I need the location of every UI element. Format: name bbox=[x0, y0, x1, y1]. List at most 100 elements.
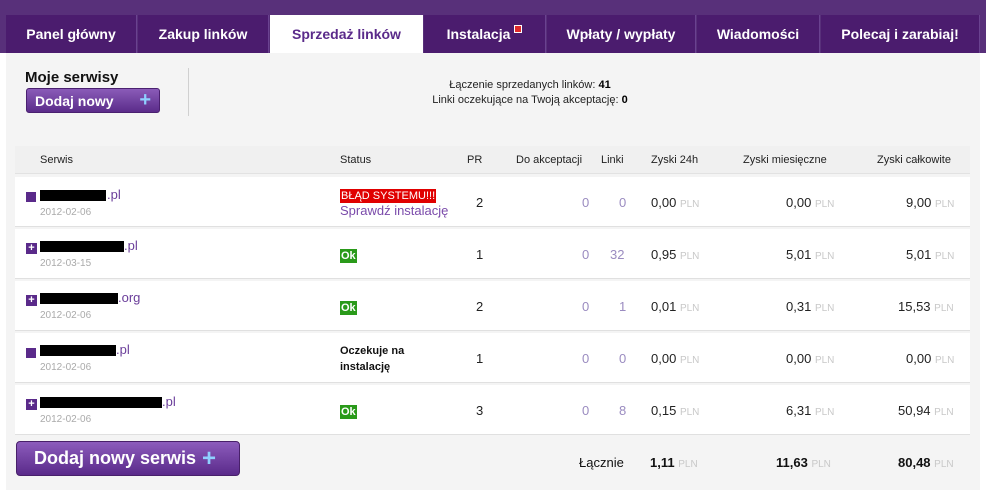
tab-label: Panel główny bbox=[26, 26, 116, 42]
col-serwis[interactable]: Serwis bbox=[40, 154, 73, 166]
zm-value: 0,31 PLN bbox=[786, 299, 834, 314]
amount: 0,00 bbox=[786, 351, 812, 366]
amount: 5,01 bbox=[906, 247, 932, 262]
currency: PLN bbox=[814, 251, 835, 262]
table-row: .pl 2012-02-06 BŁĄD SYSTEMU!!! Sprawdź i… bbox=[15, 177, 970, 227]
plus-icon: + bbox=[202, 444, 217, 472]
accept-value[interactable]: 0 bbox=[582, 351, 589, 366]
currency: PLN bbox=[934, 407, 954, 418]
table-header: Serwis Status PR Do akceptacji Linki Zys… bbox=[15, 146, 970, 174]
sold-links-stat: Łączenie sprzedanych linków: 41 bbox=[300, 78, 760, 93]
currency: PLN bbox=[934, 199, 955, 210]
zm-value: 6,31 PLN bbox=[786, 403, 834, 418]
domain-link[interactable]: .pl bbox=[107, 187, 121, 202]
tab-label: Wiadomości bbox=[716, 26, 800, 42]
col-zyski-miesieczne[interactable]: Zyski miesięczne bbox=[743, 154, 827, 166]
amount: 0,00 bbox=[651, 351, 677, 366]
links-value[interactable]: 8 bbox=[619, 403, 626, 418]
tab-label: Sprzedaż linków bbox=[292, 26, 401, 42]
pr-value: 1 bbox=[476, 351, 484, 366]
links-value[interactable]: 0 bbox=[619, 351, 626, 366]
total-month: 11,63 PLN bbox=[776, 455, 831, 470]
tab-label: Instalacja bbox=[446, 26, 511, 42]
table-row: + .org 2012-02-06 Ok 2 0 1 0,01 PLN 0,31… bbox=[15, 281, 970, 331]
currency: PLN bbox=[679, 355, 700, 366]
tab-polecaj[interactable]: Polecaj i zarabiaj! bbox=[821, 15, 980, 53]
zm-value: 0,00 PLN bbox=[786, 351, 834, 366]
currency: PLN bbox=[679, 199, 700, 210]
ok-badge: Ok bbox=[340, 405, 357, 419]
add-service-button[interactable]: Dodaj nowy serwis + bbox=[16, 441, 240, 476]
col-linki[interactable]: Linki bbox=[601, 154, 624, 166]
currency: PLN bbox=[679, 251, 700, 262]
zt-value: 15,53 PLN bbox=[898, 299, 954, 314]
redacted-domain bbox=[40, 397, 162, 408]
domain-link[interactable]: .pl bbox=[116, 342, 130, 357]
amount: 15,53 bbox=[898, 299, 931, 314]
accept-value[interactable]: 0 bbox=[582, 247, 589, 262]
accept-value[interactable]: 0 bbox=[582, 195, 589, 210]
expand-icon[interactable]: + bbox=[26, 295, 37, 306]
col-status[interactable]: Status bbox=[340, 154, 371, 166]
date: 2012-03-15 bbox=[40, 258, 92, 269]
add-service-label: Dodaj nowy serwis bbox=[34, 448, 197, 468]
amount: 9,00 bbox=[906, 195, 932, 210]
domain-link[interactable]: .pl bbox=[124, 238, 138, 253]
accept-value[interactable]: 0 bbox=[582, 403, 589, 418]
amount: 0,15 bbox=[651, 403, 677, 418]
links-value[interactable]: 1 bbox=[619, 299, 626, 314]
domain-link[interactable]: .org bbox=[118, 290, 140, 305]
tab-wiadomosci[interactable]: Wiadomości bbox=[697, 15, 820, 53]
zt-value: 0,00 PLN bbox=[906, 351, 954, 366]
currency: PLN bbox=[678, 459, 698, 470]
flag-icon bbox=[514, 25, 523, 33]
status-cell: Ok bbox=[340, 299, 357, 315]
currency: PLN bbox=[679, 303, 700, 314]
stat-label: Linki oczekujące na Twoją akceptację: bbox=[432, 94, 619, 106]
col-pr[interactable]: PR bbox=[467, 154, 482, 166]
expand-icon[interactable]: + bbox=[26, 243, 37, 254]
accept-value[interactable]: 0 bbox=[582, 299, 589, 314]
currency: PLN bbox=[814, 199, 835, 210]
ok-badge: Ok bbox=[340, 301, 357, 315]
z24-value: 0,15 PLN bbox=[651, 403, 699, 418]
domain-link[interactable]: .pl bbox=[162, 394, 176, 409]
amount: 0,31 bbox=[786, 299, 812, 314]
total-all: 80,48 PLN bbox=[898, 455, 954, 470]
status-cell: Ok bbox=[340, 403, 357, 419]
waiting-status: Oczekuje na instalację bbox=[340, 345, 405, 373]
pr-value: 3 bbox=[476, 403, 484, 418]
tab-wplaty-wyplaty[interactable]: Wpłaty / wypłaty bbox=[547, 15, 696, 53]
table-row: + .pl 2012-02-06 Ok 3 0 8 0,15 PLN 6,31 … bbox=[15, 385, 970, 435]
link-stats: Łączenie sprzedanych linków: 41 Linki oc… bbox=[300, 78, 760, 108]
tab-label: Polecaj i zarabiaj! bbox=[841, 26, 959, 42]
add-new-button[interactable]: Dodaj nowy + bbox=[26, 88, 160, 113]
page-title: Moje serwisy bbox=[25, 69, 119, 86]
amount: 5,01 bbox=[786, 247, 812, 262]
date: 2012-02-06 bbox=[40, 362, 92, 373]
col-do-akceptacji[interactable]: Do akceptacji bbox=[516, 154, 582, 166]
redacted-domain bbox=[40, 190, 106, 201]
zt-value: 9,00 PLN bbox=[906, 195, 954, 210]
tab-instalacja[interactable]: Instalacja bbox=[424, 15, 546, 53]
tab-zakup-linkow[interactable]: Zakup linków bbox=[138, 15, 269, 53]
zm-value: 5,01 PLN bbox=[786, 247, 834, 262]
z24-value: 0,95 PLN bbox=[651, 247, 699, 262]
col-zyski-24h[interactable]: Zyski 24h bbox=[651, 154, 698, 166]
links-value[interactable]: 0 bbox=[619, 195, 626, 210]
tab-panel-glowny[interactable]: Panel główny bbox=[6, 15, 137, 53]
redacted-domain bbox=[40, 241, 124, 252]
links-value[interactable]: 32 bbox=[610, 247, 624, 262]
check-install-link[interactable]: Sprawdź instalację bbox=[340, 203, 448, 218]
redacted-domain bbox=[40, 345, 116, 356]
amount: 6,31 bbox=[786, 403, 812, 418]
tab-sprzedaz-linkow[interactable]: Sprzedaż linków bbox=[270, 15, 423, 53]
tab-label: Zakup linków bbox=[158, 26, 248, 42]
date: 2012-02-06 bbox=[40, 414, 92, 425]
stat-value: 0 bbox=[621, 94, 628, 106]
currency: PLN bbox=[814, 355, 835, 366]
amount: 80,48 bbox=[898, 455, 931, 470]
col-zyski-calkowite[interactable]: Zyski całkowite bbox=[877, 154, 951, 166]
ok-badge: Ok bbox=[340, 249, 357, 263]
expand-icon[interactable]: + bbox=[26, 399, 37, 410]
